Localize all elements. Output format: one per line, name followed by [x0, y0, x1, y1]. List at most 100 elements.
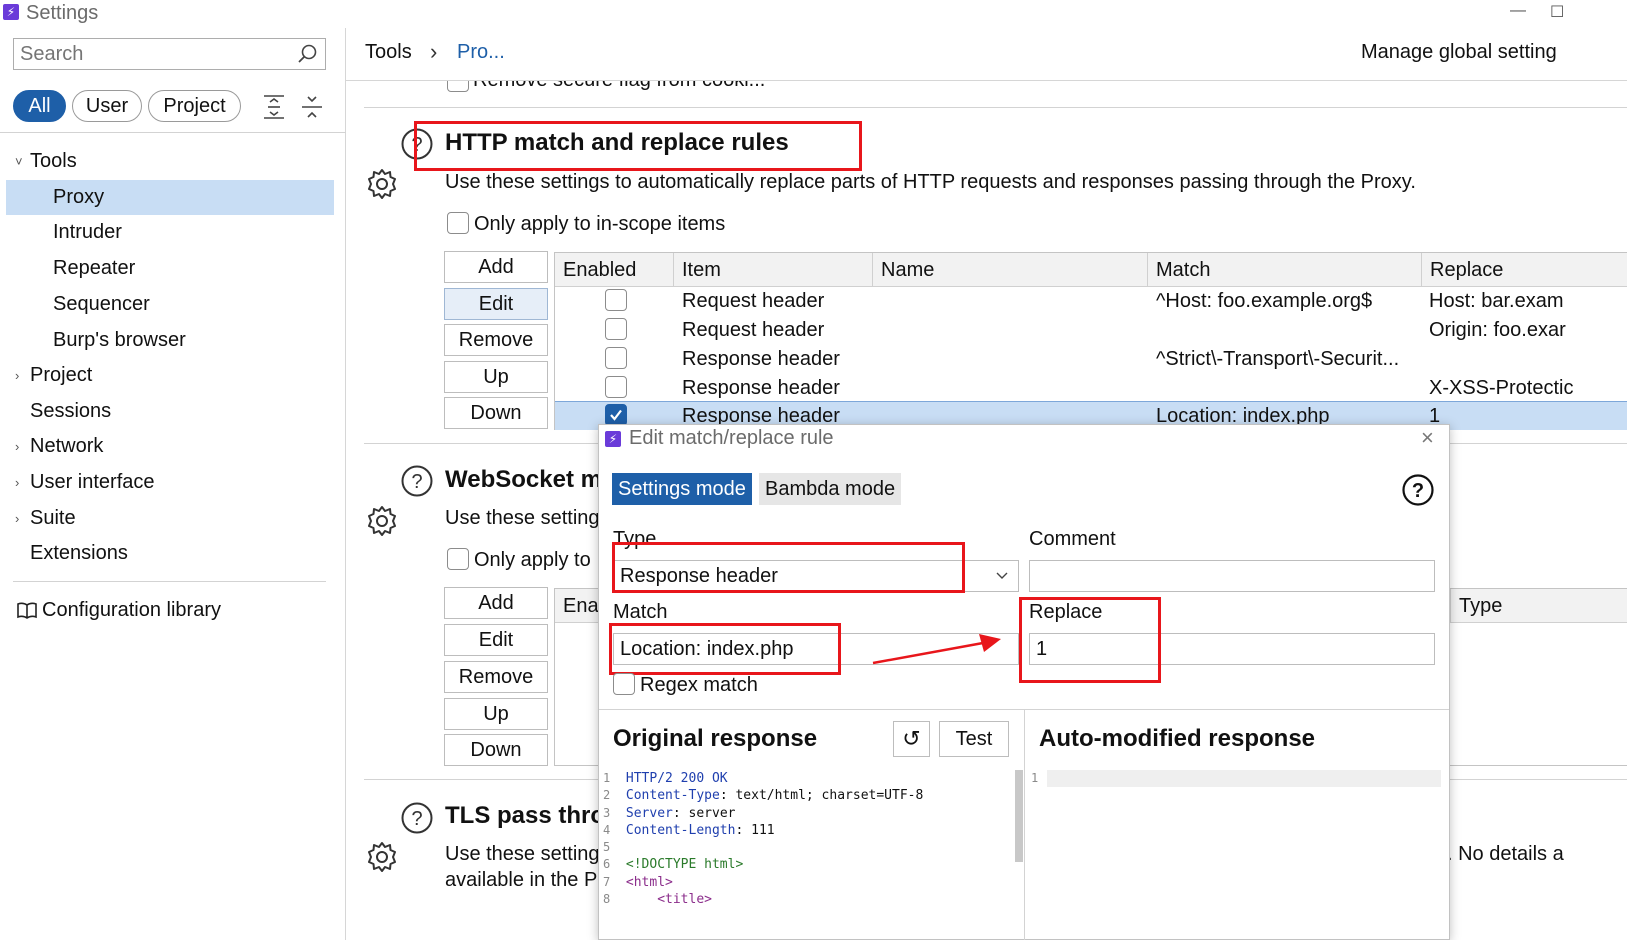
minimize-button[interactable]: — [1510, 2, 1526, 20]
gear-icon[interactable] [365, 504, 399, 538]
annotation-highlight-box [612, 542, 965, 593]
comment-input[interactable] [1029, 560, 1435, 592]
remove-secure-flag-checkbox[interactable] [447, 81, 469, 92]
rule-enabled-checkbox[interactable] [605, 289, 627, 311]
configuration-library-link[interactable]: Configuration library [0, 593, 346, 628]
column-header-name[interactable]: Name [873, 253, 1148, 287]
sidebar-item-user-interface[interactable]: › User interface [0, 465, 346, 500]
move-down-button[interactable]: Down [444, 397, 548, 429]
gear-icon[interactable] [365, 840, 399, 874]
chevron-right-icon: › [15, 511, 20, 526]
ws-add-button[interactable]: Add [444, 587, 548, 619]
tab-settings-mode[interactable]: Settings mode [612, 473, 752, 505]
search-input[interactable] [14, 39, 284, 69]
ws-up-button[interactable]: Up [444, 698, 548, 730]
settings-sidebar: All User Project ˅ Tools Proxy Intruder … [0, 28, 346, 940]
auto-modified-response-title: Auto-modified response [1039, 725, 1316, 752]
svg-text:?: ? [411, 808, 422, 830]
sidebar-item-extensions[interactable]: Extensions [0, 536, 346, 571]
expand-all-icon[interactable] [262, 94, 286, 120]
rule-replace: 1 [1429, 405, 1441, 427]
rule-enabled-checkbox[interactable] [605, 376, 627, 398]
gear-icon[interactable] [365, 167, 399, 201]
annotation-highlight-box [1019, 597, 1161, 683]
rule-item: Request header [682, 290, 825, 312]
breadcrumb-tools[interactable]: Tools [365, 41, 412, 64]
sidebar-item-project[interactable]: › Project [0, 358, 346, 393]
sidebar-item-proxy[interactable]: Proxy [6, 180, 334, 215]
collapse-all-icon[interactable] [300, 94, 324, 120]
table-row[interactable]: Response header X-XSS-Protectic [555, 374, 1627, 403]
sidebar-item-label: Tools [30, 150, 77, 172]
search-box[interactable] [13, 38, 326, 70]
chevron-right-icon: › [15, 439, 20, 454]
edit-match-replace-dialog: ⚡ Edit match/replace rule × Settings mod… [598, 424, 1450, 940]
test-button[interactable]: Test [939, 721, 1009, 757]
sidebar-item-sequencer[interactable]: Sequencer [0, 287, 346, 322]
regex-match-label: Regex match [640, 674, 758, 696]
sidebar-item-repeater[interactable]: Repeater [0, 251, 346, 286]
chevron-right-icon: › [15, 368, 20, 383]
column-header-match[interactable]: Match [1148, 253, 1422, 287]
maximize-button[interactable]: ☐ [1550, 2, 1564, 22]
table-row[interactable]: Request header ^Host: foo.example.org$ H… [555, 287, 1627, 316]
original-response-editor[interactable]: 1 HTTP/2 200 OK 2 Content-Type: text/htm… [603, 770, 1023, 940]
column-header-item[interactable]: Item [674, 253, 873, 287]
sidebar-item-tools[interactable]: ˅ Tools [0, 144, 346, 179]
tls-section-title: TLS pass thro [445, 802, 606, 829]
remove-rule-button[interactable]: Remove [444, 324, 548, 356]
pane-divider [1024, 709, 1025, 940]
move-up-button[interactable]: Up [444, 361, 548, 393]
sidebar-item-burps-browser[interactable]: Burp's browser [0, 323, 346, 358]
dialog-close-button[interactable]: × [1421, 425, 1434, 451]
column-header-enabled[interactable]: Enabled [555, 253, 674, 287]
ws-down-button[interactable]: Down [444, 734, 548, 766]
ws-in-scope-label: Only apply to [474, 549, 591, 571]
annotation-arrow-icon [872, 634, 1001, 665]
sidebar-divider [0, 132, 346, 133]
http-section-description: Use these settings to automatically repl… [445, 171, 1416, 193]
filter-user-button[interactable]: User [72, 90, 142, 122]
table-row[interactable]: Response header ^Strict\-Transport\-Secu… [555, 345, 1627, 374]
rule-replace: Host: bar.exam [1429, 290, 1564, 312]
help-icon[interactable]: ? [400, 464, 434, 498]
filter-project-button[interactable]: Project [148, 90, 241, 122]
in-scope-checkbox[interactable] [447, 212, 469, 234]
tab-bambda-mode[interactable]: Bambda mode [759, 473, 902, 505]
main-header: Tools › Pro... Manage global setting [346, 28, 1627, 81]
column-header-enabled[interactable]: Enal [555, 589, 603, 623]
sidebar-item-label: Intruder [53, 221, 122, 243]
ws-remove-button[interactable]: Remove [444, 661, 548, 693]
help-icon[interactable]: ? [400, 801, 434, 835]
search-icon[interactable] [297, 43, 319, 65]
ws-edit-button[interactable]: Edit [444, 624, 548, 656]
column-header-replace[interactable]: Replace [1422, 253, 1627, 287]
sidebar-item-sessions[interactable]: Sessions [0, 394, 346, 429]
rule-match [1156, 374, 1418, 403]
add-rule-button[interactable]: Add [444, 251, 548, 283]
sidebar-item-suite[interactable]: › Suite [0, 501, 346, 536]
sidebar-item-label: User interface [30, 471, 155, 493]
column-header-type[interactable]: Type [1450, 589, 1627, 623]
breadcrumb-current[interactable]: Pro... [457, 41, 505, 64]
annotation-highlight-box [609, 623, 841, 675]
manage-global-settings-link[interactable]: Manage global setting [1361, 41, 1557, 64]
table-row[interactable]: Request header Origin: foo.exar [555, 316, 1627, 345]
edit-rule-button[interactable]: Edit [444, 288, 548, 320]
auto-modified-response-editor[interactable]: 1 [1031, 770, 1441, 940]
editor-scrollbar[interactable] [1015, 770, 1023, 862]
regex-match-checkbox[interactable] [613, 673, 635, 695]
sidebar-item-label: Proxy [53, 186, 105, 208]
svg-text:?: ? [411, 471, 422, 493]
rule-enabled-checkbox[interactable] [605, 318, 627, 340]
rule-replace [1429, 345, 1627, 374]
rule-enabled-checkbox[interactable] [605, 404, 627, 426]
reset-button[interactable]: ↺ [893, 721, 930, 757]
scrolled-content-clip: Remove secure flag from cooki... [346, 81, 1627, 93]
filter-all-button[interactable]: All [13, 90, 66, 122]
dialog-help-icon[interactable]: ? [1401, 473, 1435, 507]
sidebar-item-intruder[interactable]: Intruder [0, 215, 346, 250]
rule-enabled-checkbox[interactable] [605, 347, 627, 369]
ws-in-scope-checkbox[interactable] [447, 548, 469, 570]
sidebar-item-network[interactable]: › Network [0, 429, 346, 464]
